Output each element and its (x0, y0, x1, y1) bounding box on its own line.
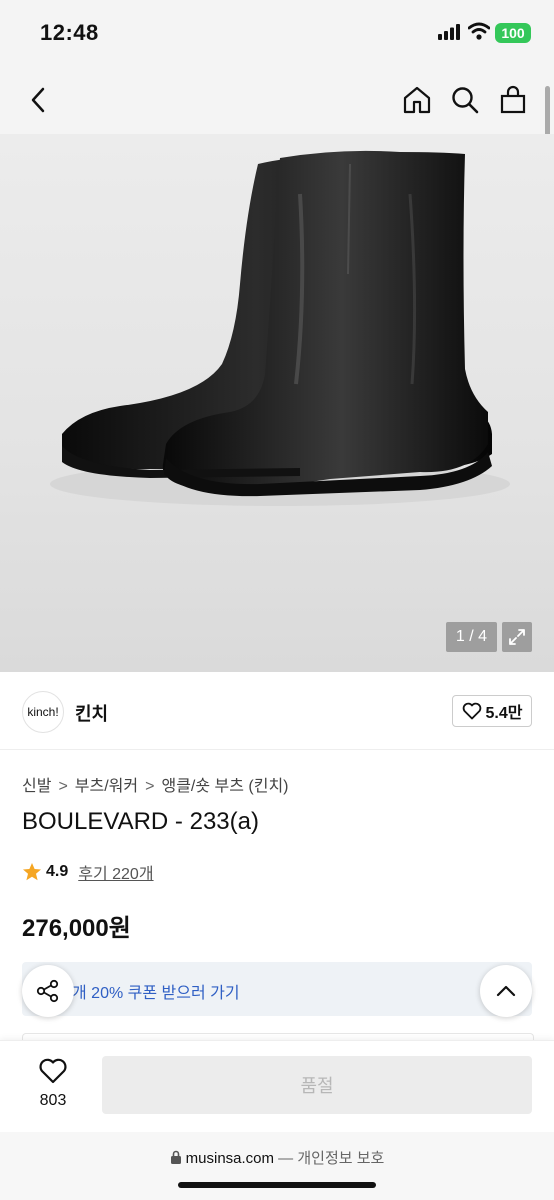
bag-button[interactable] (495, 82, 531, 118)
purchase-bar: 803 품절 (0, 1040, 554, 1133)
top-nav (0, 68, 554, 134)
battery-indicator: 100 (495, 23, 531, 43)
product-price: 276,000원 (22, 915, 131, 942)
share-icon (36, 979, 59, 1003)
chevron-right-icon: > (145, 778, 155, 795)
product-image-gallery[interactable]: 1 / 4 (0, 134, 554, 672)
like-button[interactable]: 803 (30, 1057, 76, 1110)
brand-like-count: 5.4만 (485, 705, 523, 722)
brand-logo[interactable]: kinch! (22, 691, 64, 733)
status-time: 12:48 (40, 20, 99, 45)
signal-icon (438, 24, 460, 40)
breadcrumb: 신발 > 부츠/워커 > 앵클/숏 부츠 (킨치) (22, 772, 289, 796)
status-bar: 12:48 100 (0, 0, 554, 68)
brand-row: kinch! 킨치 5.4만 (0, 673, 554, 750)
wifi-icon (468, 22, 490, 40)
product-title: BOULEVARD - 233(a) (22, 808, 259, 835)
like-count: 803 (39, 1092, 67, 1109)
expand-button[interactable] (502, 622, 532, 652)
gallery-pager: 1 / 4 (446, 622, 497, 652)
url-text: musinsa.com — 개인정보 보호 (0, 1147, 554, 1168)
boots-image (50, 150, 510, 506)
lock-icon (170, 1150, 181, 1164)
rating: 4.9 후기 220개 (22, 860, 154, 884)
scroll-top-button[interactable] (480, 965, 532, 1017)
coupon-text: 개 20% 쿠폰 받으러 가기 (72, 985, 240, 1002)
heart-icon (39, 1058, 67, 1084)
review-link[interactable]: 후기 220개 (78, 860, 153, 884)
star-icon (23, 863, 41, 881)
chevron-up-icon (496, 985, 516, 997)
search-icon (452, 87, 479, 114)
chevron-right-icon: > (58, 778, 68, 795)
coupon-banner[interactable]: 개 20% 쿠폰 받으러 가기 (22, 962, 532, 1016)
brand-name[interactable]: 킨치 (75, 700, 108, 726)
sold-out-button[interactable]: 품절 (102, 1056, 532, 1114)
back-icon (31, 87, 45, 113)
url-domain: musinsa.com (185, 1150, 275, 1167)
expand-icon (509, 629, 525, 645)
bag-icon (500, 85, 526, 114)
breadcrumb-item[interactable]: 신발 (22, 778, 51, 795)
back-button[interactable] (20, 82, 56, 118)
url-privacy: — 개인정보 보호 (274, 1150, 385, 1167)
home-indicator (178, 1182, 376, 1188)
search-button[interactable] (447, 82, 483, 118)
home-icon (403, 86, 431, 114)
rating-value: 4.9 (46, 863, 69, 880)
browser-url-bar[interactable]: musinsa.com — 개인정보 보호 (0, 1132, 554, 1200)
share-button[interactable] (22, 965, 74, 1017)
home-button[interactable] (399, 82, 435, 118)
heart-icon (462, 702, 481, 720)
breadcrumb-item[interactable]: 부츠/워커 (75, 778, 138, 795)
brand-like-button[interactable]: 5.4만 (452, 695, 532, 727)
breadcrumb-item[interactable]: 앵클/숏 부츠 (킨치) (161, 778, 288, 795)
